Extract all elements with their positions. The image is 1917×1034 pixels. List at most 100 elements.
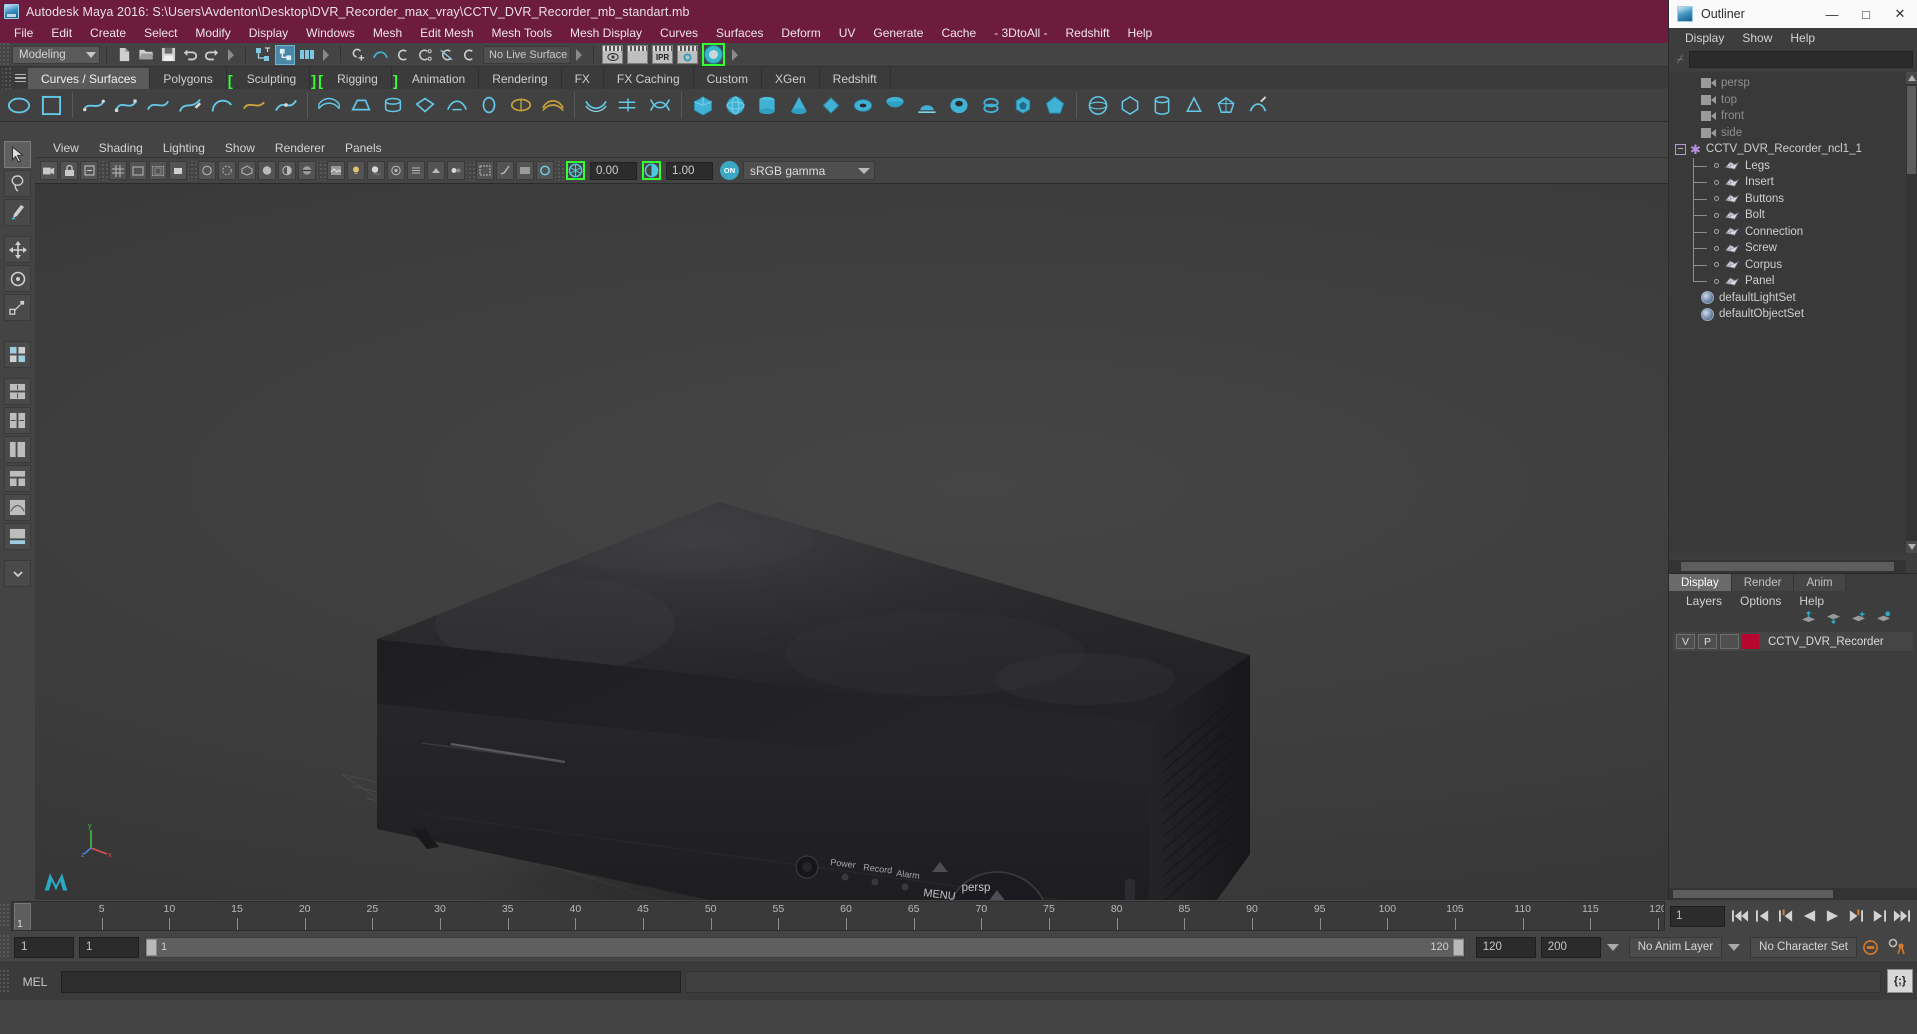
layout-persp-outliner-icon[interactable] xyxy=(4,378,31,405)
extrude-icon[interactable] xyxy=(411,91,439,119)
ep-curve-tool-icon[interactable] xyxy=(112,91,140,119)
layer-menu-help[interactable]: Help xyxy=(1790,594,1833,608)
animation-preferences-button[interactable] xyxy=(1883,938,1911,956)
outliner-menu-show[interactable]: Show xyxy=(1733,31,1781,45)
hypershade-icon[interactable] xyxy=(702,43,725,66)
range-end-handle[interactable] xyxy=(1452,938,1464,956)
loft-surface-icon[interactable] xyxy=(315,91,343,119)
command-language-label[interactable]: MEL xyxy=(9,975,61,989)
outliner-scroll-thumb[interactable] xyxy=(1907,86,1916,174)
layer-type-toggle[interactable] xyxy=(1720,634,1739,649)
nurbs-cylinder-primitive-icon[interactable] xyxy=(1148,91,1176,119)
render-view-icon[interactable] xyxy=(602,45,623,64)
shelf-tab-rendering[interactable]: Rendering xyxy=(479,68,562,89)
snap-to-view-plane-icon[interactable] xyxy=(436,45,456,65)
render-region-icon[interactable] xyxy=(627,45,648,64)
layout-graph-editor-icon[interactable] xyxy=(4,494,31,521)
subdiv-surface-icon[interactable] xyxy=(1212,91,1240,119)
lasso-tool[interactable] xyxy=(4,170,31,197)
play-forwards-button[interactable] xyxy=(1823,907,1842,926)
planar-surface-icon[interactable] xyxy=(347,91,375,119)
layer-row[interactable]: V P CCTV_DVR_Recorder xyxy=(1673,632,1913,651)
outliner-item-defaultobjectset[interactable]: defaultObjectSet xyxy=(1669,306,1906,323)
redo-icon[interactable] xyxy=(202,45,222,65)
expand-arrow-icon-4[interactable] xyxy=(732,48,738,61)
menu-item-generate[interactable]: Generate xyxy=(864,24,932,42)
layer-editor-tab-anim[interactable]: Anim xyxy=(1794,574,1846,591)
anim-layer-selector[interactable]: No Anim Layer xyxy=(1628,936,1723,958)
viewport-menu-view[interactable]: View xyxy=(43,141,89,155)
menu-item-edit-mesh[interactable]: Edit Mesh xyxy=(411,24,482,42)
shelf-tab-curves-surfaces[interactable]: Curves / Surfaces xyxy=(28,68,151,89)
motion-blur-icon[interactable] xyxy=(407,161,425,180)
scale-tool[interactable] xyxy=(4,294,31,321)
shelf-tab-xgen[interactable]: XGen xyxy=(761,68,820,89)
gate-mask-icon[interactable] xyxy=(169,161,187,180)
menu-item-windows[interactable]: Windows xyxy=(297,24,364,42)
isolate-select-icon[interactable] xyxy=(476,161,494,180)
select-camera-icon[interactable] xyxy=(40,161,58,180)
shelf-tab-custom[interactable]: Custom xyxy=(693,68,762,89)
shelf-tab-polygons[interactable]: Polygons xyxy=(150,68,227,89)
step-forward-frame-button[interactable] xyxy=(1846,907,1865,926)
current-frame-field[interactable]: 1 xyxy=(1670,905,1725,927)
range-slider[interactable]: 1 120 xyxy=(145,936,1465,958)
outliner-menu-display[interactable]: Display xyxy=(1676,31,1733,45)
auto-keyframe-toggle[interactable] xyxy=(1857,939,1883,956)
current-time-indicator[interactable]: 1 xyxy=(14,903,31,930)
menu-item-curves[interactable]: Curves xyxy=(651,24,707,42)
xray-joints-icon[interactable] xyxy=(218,161,236,180)
statusline-grip[interactable] xyxy=(0,42,9,67)
shelf-tab-redshift[interactable]: Redshift xyxy=(819,68,891,89)
multisample-icon[interactable] xyxy=(427,161,445,180)
menu-item-uv[interactable]: UV xyxy=(830,24,865,42)
shelf-tab-fx-caching[interactable]: FX Caching xyxy=(603,68,694,89)
nurbs-sphere-primitive-icon[interactable] xyxy=(1084,91,1112,119)
texture-display-icon[interactable] xyxy=(327,161,345,180)
layer-editor-tab-render[interactable]: Render xyxy=(1731,574,1795,591)
scroll-up-arrow-icon[interactable] xyxy=(1906,72,1917,84)
bevel-icon[interactable] xyxy=(507,91,535,119)
menu-item-deform[interactable]: Deform xyxy=(772,24,829,42)
ambient-occlusion-icon[interactable] xyxy=(387,161,405,180)
step-back-frame-button[interactable] xyxy=(1777,907,1796,926)
script-editor-icon[interactable]: {;} xyxy=(1887,969,1913,993)
cv-curve-tool-icon[interactable] xyxy=(80,91,108,119)
step-back-key-button[interactable] xyxy=(1754,907,1773,926)
poly-platonic-icon[interactable] xyxy=(1041,91,1069,119)
snap-to-grid-icon[interactable] xyxy=(348,45,368,65)
commandline-grip[interactable] xyxy=(0,969,9,994)
exposure-icon-container[interactable] xyxy=(536,161,554,180)
bezier-curve-tool-icon[interactable] xyxy=(144,91,172,119)
nurbs-cube-primitive-icon[interactable] xyxy=(1116,91,1144,119)
paint-selection-tool[interactable] xyxy=(4,199,31,226)
gamma-field[interactable]: 1.00 xyxy=(666,161,713,180)
add-selected-to-layer-icon[interactable] xyxy=(1876,611,1891,629)
outliner-tree[interactable]: persp top front side − ✱ CCTV_DVR_Recorder_ncl… xyxy=(1669,72,1906,553)
close-button[interactable]: ✕ xyxy=(1883,0,1917,28)
gamma-toggle[interactable] xyxy=(642,161,661,180)
snap-to-point-icon[interactable] xyxy=(392,45,412,65)
range-end-field[interactable]: 200 xyxy=(1540,936,1601,958)
menu-item-surfaces[interactable]: Surfaces xyxy=(707,24,772,42)
wireframe-icon[interactable] xyxy=(238,161,256,180)
smooth-shade-all-icon[interactable] xyxy=(258,161,276,180)
arc-tool-icon[interactable] xyxy=(208,91,236,119)
main-menu-bar[interactable]: File Edit Create Select Modify Display Windows… xyxy=(0,23,1917,43)
outliner-item-cctv-dvr-recorder-ncl1-1[interactable]: − ✱ CCTV_DVR_Recorder_ncl1_1 xyxy=(1669,141,1906,158)
viewport-menu-lighting[interactable]: Lighting xyxy=(153,141,215,155)
menu-item-mesh-tools[interactable]: Mesh Tools xyxy=(483,24,561,42)
menu-item-file[interactable]: File xyxy=(5,24,42,42)
live-surface-field[interactable]: No Live Surface xyxy=(483,45,571,64)
layout-persp-graph-icon[interactable] xyxy=(4,523,31,550)
poly-cube-icon[interactable] xyxy=(689,91,717,119)
command-input[interactable] xyxy=(61,970,681,993)
shadows-icon[interactable] xyxy=(367,161,385,180)
viewport-menu-panels[interactable]: Panels xyxy=(335,141,392,155)
nurbs-square-icon[interactable] xyxy=(37,91,65,119)
layer-menu-options[interactable]: Options xyxy=(1731,594,1790,608)
expand-arrow-icon-3[interactable] xyxy=(576,48,582,61)
nurbs-cone-primitive-icon[interactable] xyxy=(1180,91,1208,119)
move-layer-down-icon[interactable] xyxy=(1826,611,1841,629)
layout-outliner-persp-icon[interactable] xyxy=(4,436,31,463)
